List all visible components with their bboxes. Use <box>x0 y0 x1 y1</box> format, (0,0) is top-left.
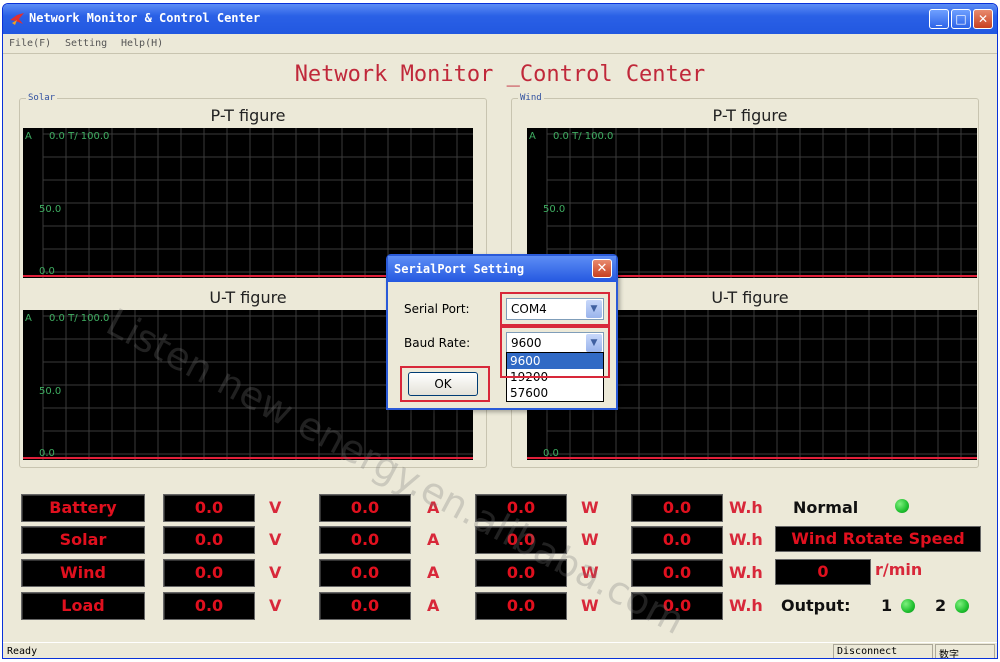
plot-readout: 0.0 T/ 100.0 <box>49 131 109 142</box>
reading-value-v: 0.0 <box>163 592 255 620</box>
tick-label-mid: 50.0 <box>39 386 61 397</box>
reading-value-w: 0.0 <box>475 592 567 620</box>
reading-unit-a: A <box>427 498 440 517</box>
solar-group-label: Solar <box>26 93 58 103</box>
ok-highlight <box>400 366 490 402</box>
reading-value-v: 0.0 <box>163 494 255 522</box>
reading-value-v: 0.0 <box>163 526 255 554</box>
solar-pt-title: P-T figure <box>210 106 286 125</box>
reading-value-a: 0.0 <box>319 526 411 554</box>
serial-port-highlight <box>500 292 610 326</box>
wind-speed-value: 0 <box>775 559 871 585</box>
reading-unit-v: V <box>269 563 282 582</box>
reading-unit-v: V <box>269 596 282 615</box>
reading-value-a: 0.0 <box>319 494 411 522</box>
plot-readout: 0.0 T/ 100.0 <box>553 131 613 142</box>
reading-value-a: 0.0 <box>319 559 411 587</box>
output-label: Output: <box>781 596 851 615</box>
dialog-close-button[interactable]: ✕ <box>592 259 612 278</box>
app-bird-icon <box>10 13 24 25</box>
axis-unit-label: A <box>529 131 536 142</box>
reading-unit-w: W <box>581 596 599 615</box>
title-bar[interactable]: Network Monitor & Control Center _ □ ✕ <box>3 4 997 34</box>
wind-speed-unit: r/min <box>875 560 923 579</box>
wind-speed-label: Wind Rotate Speed <box>775 526 981 552</box>
baud-rate-highlight <box>500 326 610 378</box>
wind-group-label: Wind <box>518 93 544 103</box>
reading-unit-w: W <box>581 530 599 549</box>
wind-pt-title: P-T figure <box>712 106 788 125</box>
reading-value-wh: 0.0 <box>631 559 723 587</box>
output-1-label: 1 <box>881 596 893 615</box>
reading-unit-a: A <box>427 563 440 582</box>
axis-unit-label: A <box>25 131 32 142</box>
reading-unit-wh: W.h <box>729 563 763 582</box>
reading-value-v: 0.0 <box>163 559 255 587</box>
output-1-led-icon <box>901 599 915 613</box>
reading-label-2: Wind <box>21 559 145 587</box>
tick-label-low: 0.0 <box>543 448 559 459</box>
status-normal: Normal <box>793 498 859 517</box>
status-connection: Disconnect <box>837 646 898 657</box>
reading-value-w: 0.0 <box>475 494 567 522</box>
reading-value-wh: 0.0 <box>631 592 723 620</box>
status-mode: 数字 <box>939 650 959 659</box>
reading-unit-wh: W.h <box>729 596 763 615</box>
window-title: Network Monitor & Control Center <box>29 11 261 25</box>
maximize-button[interactable]: □ <box>951 9 971 29</box>
normal-led-icon <box>895 499 909 513</box>
dialog-title-bar[interactable]: SerialPort Setting <box>388 256 616 282</box>
reading-unit-v: V <box>269 498 282 517</box>
reading-unit-w: W <box>581 498 599 517</box>
reading-value-w: 0.0 <box>475 526 567 554</box>
reading-label-1: Solar <box>21 526 145 554</box>
serial-port-label: Serial Port: <box>404 302 470 316</box>
reading-label-0: Battery <box>21 494 145 522</box>
reading-value-a: 0.0 <box>319 592 411 620</box>
reading-unit-wh: W.h <box>729 498 763 517</box>
tick-label-mid: 50.0 <box>543 204 565 215</box>
reading-label-3: Load <box>21 592 145 620</box>
output-2-label: 2 <box>935 596 947 615</box>
reading-unit-wh: W.h <box>729 530 763 549</box>
app-heading: Network Monitor _Control Center <box>294 62 706 87</box>
minimize-button[interactable]: _ <box>929 9 949 29</box>
menu-file[interactable]: File(F) <box>9 38 51 49</box>
reading-unit-w: W <box>581 563 599 582</box>
output-2-led-icon <box>955 599 969 613</box>
tick-label-mid: 50.0 <box>39 204 61 215</box>
serialport-dialog: SerialPort Setting ✕ Serial Port: COM4 ▼… <box>386 254 618 410</box>
close-button[interactable]: ✕ <box>973 9 993 29</box>
status-ready: Ready <box>7 646 38 657</box>
status-bar: Ready Disconnect 数字 <box>3 642 997 659</box>
baud-option[interactable]: 57600 <box>507 385 603 401</box>
reading-value-wh: 0.0 <box>631 494 723 522</box>
axis-unit-label: A <box>25 313 32 324</box>
reading-value-w: 0.0 <box>475 559 567 587</box>
plot-readout: 0.0 T/ 100.0 <box>49 313 109 324</box>
menu-bar: File(F) Setting Help(H) <box>3 34 997 54</box>
menu-help[interactable]: Help(H) <box>121 38 163 49</box>
reading-unit-v: V <box>269 530 282 549</box>
reading-unit-a: A <box>427 596 440 615</box>
tick-label-low: 0.0 <box>39 448 55 459</box>
dialog-title: SerialPort Setting <box>394 262 525 276</box>
tick-label-low: 0.0 <box>39 266 55 277</box>
baud-rate-label: Baud Rate: <box>404 336 471 350</box>
reading-value-wh: 0.0 <box>631 526 723 554</box>
menu-setting[interactable]: Setting <box>65 38 107 49</box>
reading-unit-a: A <box>427 530 440 549</box>
